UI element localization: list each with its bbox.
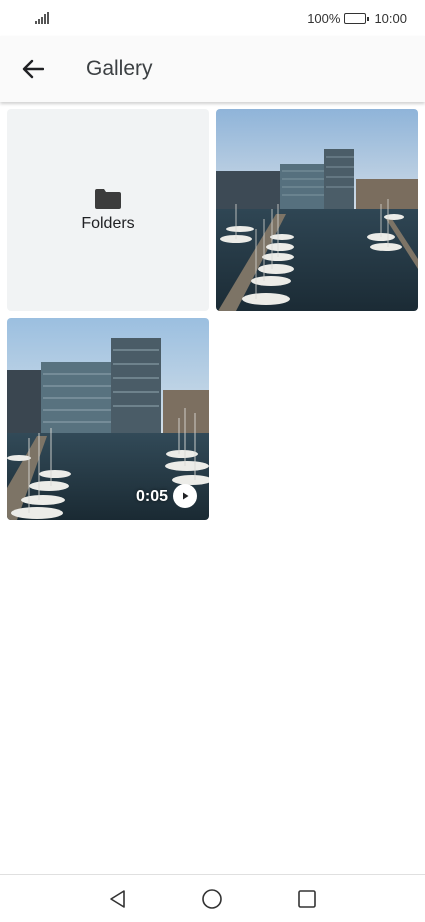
status-right: 100% 10:00 xyxy=(307,10,407,26)
nav-recents-button[interactable] xyxy=(295,887,319,911)
folder-icon xyxy=(95,189,121,209)
video-thumbnail[interactable]: 0:05 xyxy=(7,318,209,520)
nav-home-button[interactable] xyxy=(200,887,224,911)
status-bar: 100% 10:00 xyxy=(0,0,425,36)
back-button[interactable] xyxy=(18,54,48,84)
arrow-left-icon xyxy=(22,59,44,79)
folders-tile[interactable]: Folders xyxy=(7,109,209,311)
page-title: Gallery xyxy=(86,57,153,80)
signal-icon xyxy=(35,12,49,24)
nav-back-button[interactable] xyxy=(106,887,130,911)
video-duration: 0:05 xyxy=(135,488,168,505)
folders-label: Folders xyxy=(81,215,135,232)
photo-thumbnail[interactable] xyxy=(216,109,418,311)
clock: 10:00 xyxy=(374,10,407,26)
back-triangle-icon xyxy=(110,890,125,908)
harbor-photo xyxy=(216,109,418,311)
battery-icon xyxy=(344,12,370,24)
system-nav-bar xyxy=(0,874,425,922)
recents-square-icon xyxy=(298,890,316,908)
battery-percent: 100% xyxy=(307,10,341,26)
play-icon xyxy=(173,484,197,508)
home-circle-icon xyxy=(202,889,222,909)
app-bar: Gallery xyxy=(0,36,425,102)
